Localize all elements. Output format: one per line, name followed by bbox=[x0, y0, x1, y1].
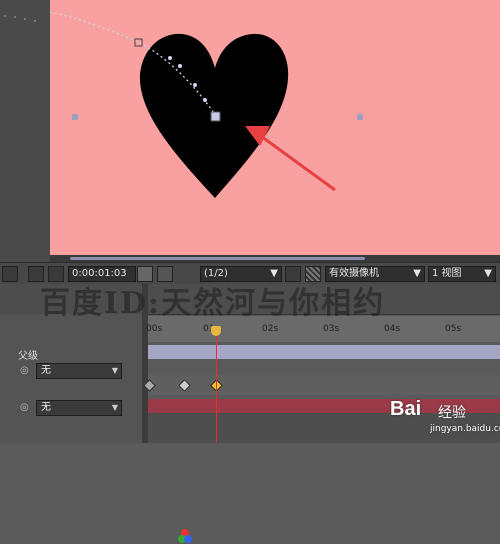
red-arrow-annotation bbox=[245, 126, 336, 192]
zoom-dropdown-icon[interactable] bbox=[2, 266, 18, 282]
ruler-label-02s: 02s bbox=[262, 324, 279, 334]
parent-column-header: 父级 bbox=[18, 351, 38, 362]
baidu-jingyan-label: 经验 bbox=[438, 405, 466, 421]
color-channel-icon[interactable] bbox=[177, 528, 193, 544]
watermark-text: 百度ID:天然河与你相约 bbox=[40, 286, 386, 321]
chevron-down-icon: ▼ bbox=[413, 268, 421, 279]
viewer-scroll-thumb[interactable] bbox=[70, 257, 365, 260]
ruler-label-04s: 04s bbox=[384, 324, 401, 334]
chevron-down-icon: ▼ bbox=[111, 366, 118, 375]
playhead-icon[interactable] bbox=[211, 326, 221, 336]
parent-dropdown-1[interactable]: 无 ▼ bbox=[36, 363, 122, 379]
chevron-down-icon: ▼ bbox=[111, 403, 118, 412]
view-layout-dropdown[interactable]: 1 视图 ▼ bbox=[428, 266, 496, 282]
ruler-label-03s: 03s bbox=[323, 324, 340, 334]
ruler-label-05s: 05s bbox=[445, 324, 462, 334]
parent-value-1: 无 bbox=[41, 365, 51, 376]
ruler-label-00s: 00s bbox=[146, 324, 163, 334]
keyframe-track[interactable] bbox=[148, 375, 500, 395]
parent-value-2: 无 bbox=[41, 402, 51, 413]
parent-dropdown-2[interactable]: 无 ▼ bbox=[36, 400, 122, 416]
chevron-down-icon: ▼ bbox=[484, 268, 492, 279]
playhead-line bbox=[216, 326, 217, 443]
grid-dots bbox=[4, 15, 36, 22]
layer-track-1[interactable] bbox=[148, 345, 500, 359]
baidu-logo: Bai bbox=[390, 398, 422, 420]
baidu-url: jingyan.baidu.com bbox=[430, 424, 500, 434]
pick-whip-icon[interactable]: ◎ bbox=[20, 402, 29, 413]
pick-whip-icon[interactable]: ◎ bbox=[20, 365, 29, 376]
view-layout-label: 1 视图 bbox=[432, 268, 462, 279]
